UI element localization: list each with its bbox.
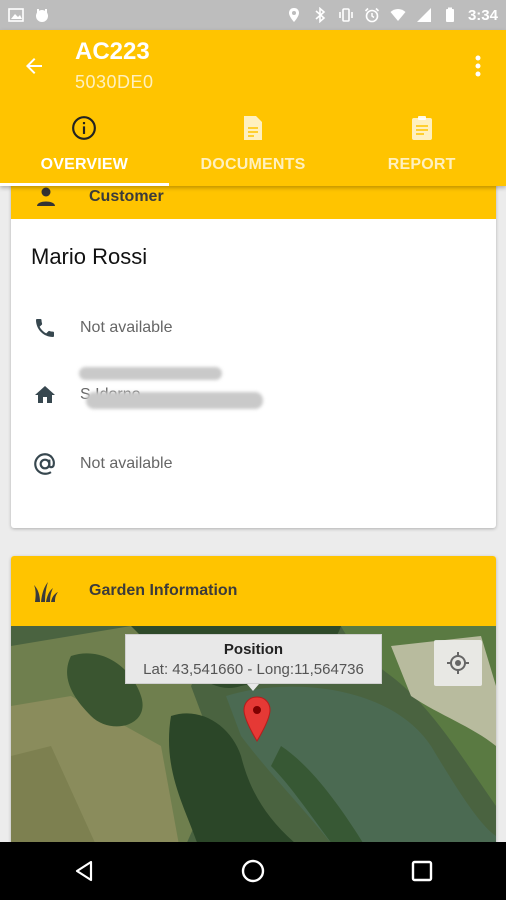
customer-header: Customer — [11, 186, 496, 219]
redaction-mark — [86, 392, 263, 409]
tab-indicator — [0, 183, 169, 186]
map-info-tail — [247, 684, 259, 691]
status-left — [8, 7, 50, 23]
phone-value: Not available — [80, 319, 173, 336]
signal-icon — [416, 8, 431, 22]
location-icon — [288, 8, 299, 22]
grass-icon — [33, 578, 59, 604]
customer-card: Customer Mario Rossi Not available S Ido… — [11, 186, 496, 528]
app-bar: AC223 5030DE0 OVERVIEW DOCUMENTS REPORT — [0, 30, 506, 186]
arrow-back-icon — [26, 58, 42, 74]
tab-documents[interactable]: DOCUMENTS — [169, 110, 338, 186]
overview-content[interactable]: Customer Mario Rossi Not available S Ido… — [0, 186, 506, 842]
map-info-coordinates: Lat: 43,541660 - Long:11,564736 — [143, 661, 364, 678]
status-bar: 3:34 — [0, 0, 506, 30]
at-sign-icon — [31, 450, 59, 478]
person-icon — [33, 186, 59, 210]
battery-icon — [445, 7, 454, 22]
my-location-button[interactable] — [434, 640, 482, 686]
home-icon — [31, 381, 59, 409]
status-right: 3:34 — [286, 7, 498, 24]
bluetooth-icon — [315, 7, 326, 23]
page-subtitle: 5030DE0 — [75, 72, 154, 92]
alarm-icon — [364, 7, 380, 23]
status-time: 3:34 — [467, 6, 498, 24]
map-view[interactable]: Position Lat: 43,541660 - Long:11,564736 — [11, 626, 496, 842]
overflow-menu-button[interactable] — [464, 50, 492, 82]
page-title: AC223 — [75, 38, 150, 65]
email-row[interactable]: Not available — [31, 450, 173, 478]
email-value: Not available — [80, 455, 173, 472]
wifi-icon — [390, 9, 406, 21]
map-pin-icon[interactable] — [243, 696, 271, 742]
customer-header-title: Customer — [89, 187, 164, 205]
nav-home-button[interactable] — [233, 851, 273, 891]
clipboard-icon — [408, 114, 436, 142]
image-notification-icon — [8, 8, 24, 22]
crosshair-icon — [447, 652, 469, 674]
redaction-mark — [79, 367, 222, 380]
tab-bar: OVERVIEW DOCUMENTS REPORT — [0, 110, 506, 186]
system-nav-bar — [0, 842, 506, 900]
document-icon — [239, 114, 267, 142]
phone-icon — [31, 314, 59, 342]
triangle-back-icon — [76, 860, 93, 882]
info-icon — [70, 114, 98, 142]
garden-header: Garden Information — [11, 556, 496, 626]
customer-name: Mario Rossi — [31, 244, 148, 269]
vibrate-icon — [339, 8, 353, 22]
tab-overview[interactable]: OVERVIEW — [0, 110, 169, 186]
tab-overview-label: OVERVIEW — [40, 156, 129, 173]
map-info-window[interactable]: Position Lat: 43,541660 - Long:11,564736 — [125, 634, 382, 684]
android-notification-icon — [36, 9, 48, 22]
tab-report-label: REPORT — [387, 156, 456, 173]
garden-header-title: Garden Information — [89, 582, 238, 599]
square-recents-icon — [411, 860, 432, 882]
tab-documents-label: DOCUMENTS — [200, 156, 306, 173]
circle-home-icon — [241, 859, 265, 883]
map-info-title: Position — [223, 641, 284, 658]
nav-recents-button[interactable] — [402, 851, 442, 891]
tab-report[interactable]: REPORT — [337, 110, 506, 186]
nav-back-button[interactable] — [64, 851, 104, 891]
more-vert-icon — [475, 55, 481, 77]
garden-card: Garden Information Position Lat: 43,5416… — [11, 556, 496, 842]
back-button[interactable] — [18, 50, 50, 82]
phone-row[interactable]: Not available — [31, 314, 173, 342]
